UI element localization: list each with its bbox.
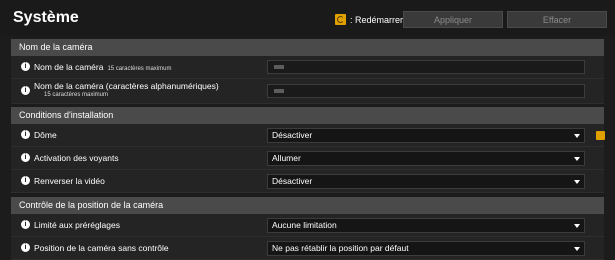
section-header: Contrôle de la position de la caméra [11, 197, 604, 214]
idle-position-label: Position de la caméra sans contrôle [34, 243, 169, 253]
idle-position-row: i Position de la caméra sans contrôle Ne… [11, 237, 604, 260]
camera-name-alnum-label: Nom de la caméra (caractères alphanuméri… [34, 81, 219, 91]
camera-name-section: Nom de la caméra i Nom de la caméra 15 ca… [11, 39, 604, 104]
idle-position-value: Ne pas rétablir la position par défaut [272, 243, 409, 253]
flip-select[interactable]: Désactiver [267, 174, 585, 189]
section-header: Nom de la caméra [11, 39, 604, 56]
info-icon[interactable]: i [21, 86, 30, 95]
chevron-down-icon [574, 134, 580, 138]
page-title: Système [13, 9, 79, 26]
presets-label: Limité aux préréglages [34, 220, 120, 230]
chevron-down-icon [574, 157, 580, 161]
chevron-down-icon [574, 224, 580, 228]
dome-label: Dôme [34, 130, 57, 140]
restart-label: : Redémarrer [350, 14, 404, 25]
flip-row: i Renverser la vidéo Désactiver [11, 170, 604, 193]
dome-value: Désactiver [272, 130, 313, 140]
presets-select[interactable]: Aucune limitation [267, 218, 585, 233]
leds-select[interactable]: Allumer [267, 151, 585, 166]
info-icon[interactable]: i [21, 243, 30, 252]
flip-value: Désactiver [272, 176, 313, 186]
position-control-section: Contrôle de la position de la caméra i L… [11, 197, 604, 260]
page-header: Système : Redémarrer Appliquer Effacer [0, 0, 615, 36]
camera-name-alnum-hint: 15 caractères maximum [44, 92, 109, 98]
leds-value: Allumer [272, 153, 301, 163]
leds-row: i Activation des voyants Allumer [11, 147, 604, 170]
idle-position-select[interactable]: Ne pas rétablir la position par défaut [267, 241, 585, 256]
camera-name-alnum-row: i Nom de la caméra (caractères alphanumé… [11, 79, 604, 104]
info-icon[interactable]: i [21, 62, 30, 71]
clear-button[interactable]: Effacer [507, 11, 607, 28]
chevron-down-icon [574, 247, 580, 251]
camera-name-row: i Nom de la caméra 15 caractères maximum [11, 56, 604, 79]
dome-row: i Dôme Désactiver [11, 124, 605, 147]
presets-value: Aucune limitation [272, 220, 337, 230]
restart-icon [596, 131, 605, 140]
camera-name-label: Nom de la caméra [34, 62, 104, 72]
info-icon[interactable]: i [21, 220, 30, 229]
apply-button[interactable]: Appliquer [403, 11, 503, 28]
restart-icon [335, 14, 346, 25]
leds-label: Activation des voyants [34, 153, 119, 163]
dome-select[interactable]: Désactiver [267, 128, 585, 143]
camera-name-hint: 15 caractères maximum [107, 66, 172, 72]
info-icon[interactable]: i [21, 153, 30, 162]
info-icon[interactable]: i [21, 176, 30, 185]
info-icon[interactable]: i [21, 130, 30, 139]
installation-section: Conditions d'installation i Dôme Désacti… [11, 107, 605, 193]
restart-legend: : Redémarrer [335, 14, 403, 25]
presets-row: i Limité aux préréglages Aucune limitati… [11, 214, 604, 237]
camera-name-alnum-input[interactable] [267, 84, 585, 98]
chevron-down-icon [574, 180, 580, 184]
flip-label: Renverser la vidéo [34, 176, 105, 186]
camera-name-input[interactable] [267, 60, 585, 74]
section-header: Conditions d'installation [11, 107, 604, 124]
